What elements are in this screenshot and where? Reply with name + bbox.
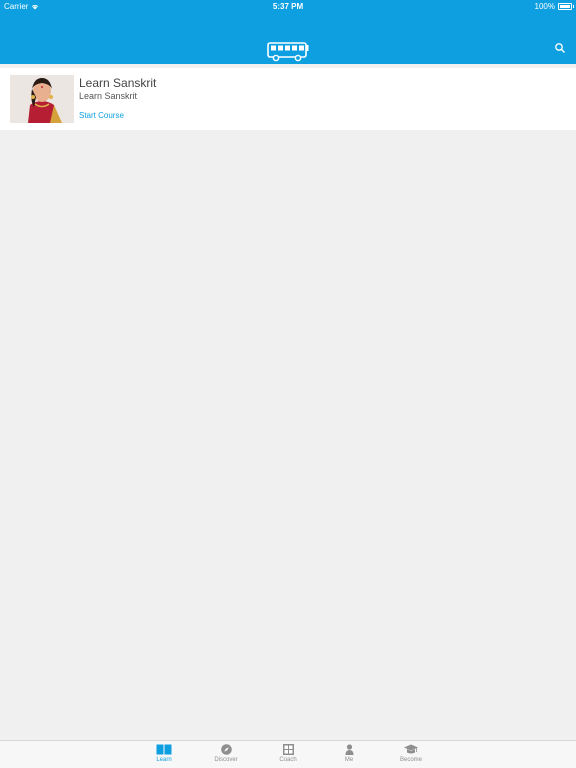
bus-logo-icon — [267, 42, 309, 62]
book-icon — [156, 744, 172, 755]
start-course-link[interactable]: Start Course — [79, 111, 124, 120]
tab-me[interactable]: Me — [324, 743, 374, 767]
tab-discover[interactable]: Discover — [201, 743, 251, 767]
tab-coach[interactable]: Coach — [263, 743, 313, 767]
coach-grid-icon — [282, 744, 294, 755]
course-subtitle: Learn Sanskrit — [79, 91, 138, 101]
tab-learn[interactable]: Learn — [139, 743, 189, 767]
tab-discover-label: Discover — [214, 757, 238, 763]
tab-become-label: Become — [399, 757, 422, 763]
person-icon — [345, 744, 353, 755]
tab-coach-label: Coach — [279, 757, 297, 763]
tab-learn-label: Learn — [156, 757, 172, 763]
search-icon[interactable] — [554, 42, 566, 54]
course-image — [10, 75, 74, 123]
battery-percent: 100% — [534, 2, 555, 11]
app-header: Carrier 5:37 PM 100% — [0, 0, 576, 64]
course-card[interactable]: Learn Sanskrit Learn Sanskrit Start Cour… — [0, 68, 576, 130]
battery-icon — [558, 3, 574, 10]
status-time: 5:37 PM — [272, 2, 304, 11]
tab-become[interactable]: Become — [386, 743, 436, 767]
graduation-cap-icon — [404, 744, 418, 754]
tab-bar: Learn Discover Coach Me Become — [0, 740, 576, 768]
compass-icon — [220, 744, 232, 755]
course-thumbnail[interactable] — [10, 75, 74, 123]
tab-me-label: Me — [344, 757, 354, 763]
status-bar: Carrier 5:37 PM 100% — [0, 0, 576, 12]
course-title: Learn Sanskrit — [79, 76, 157, 90]
status-right: 100% — [534, 2, 574, 11]
